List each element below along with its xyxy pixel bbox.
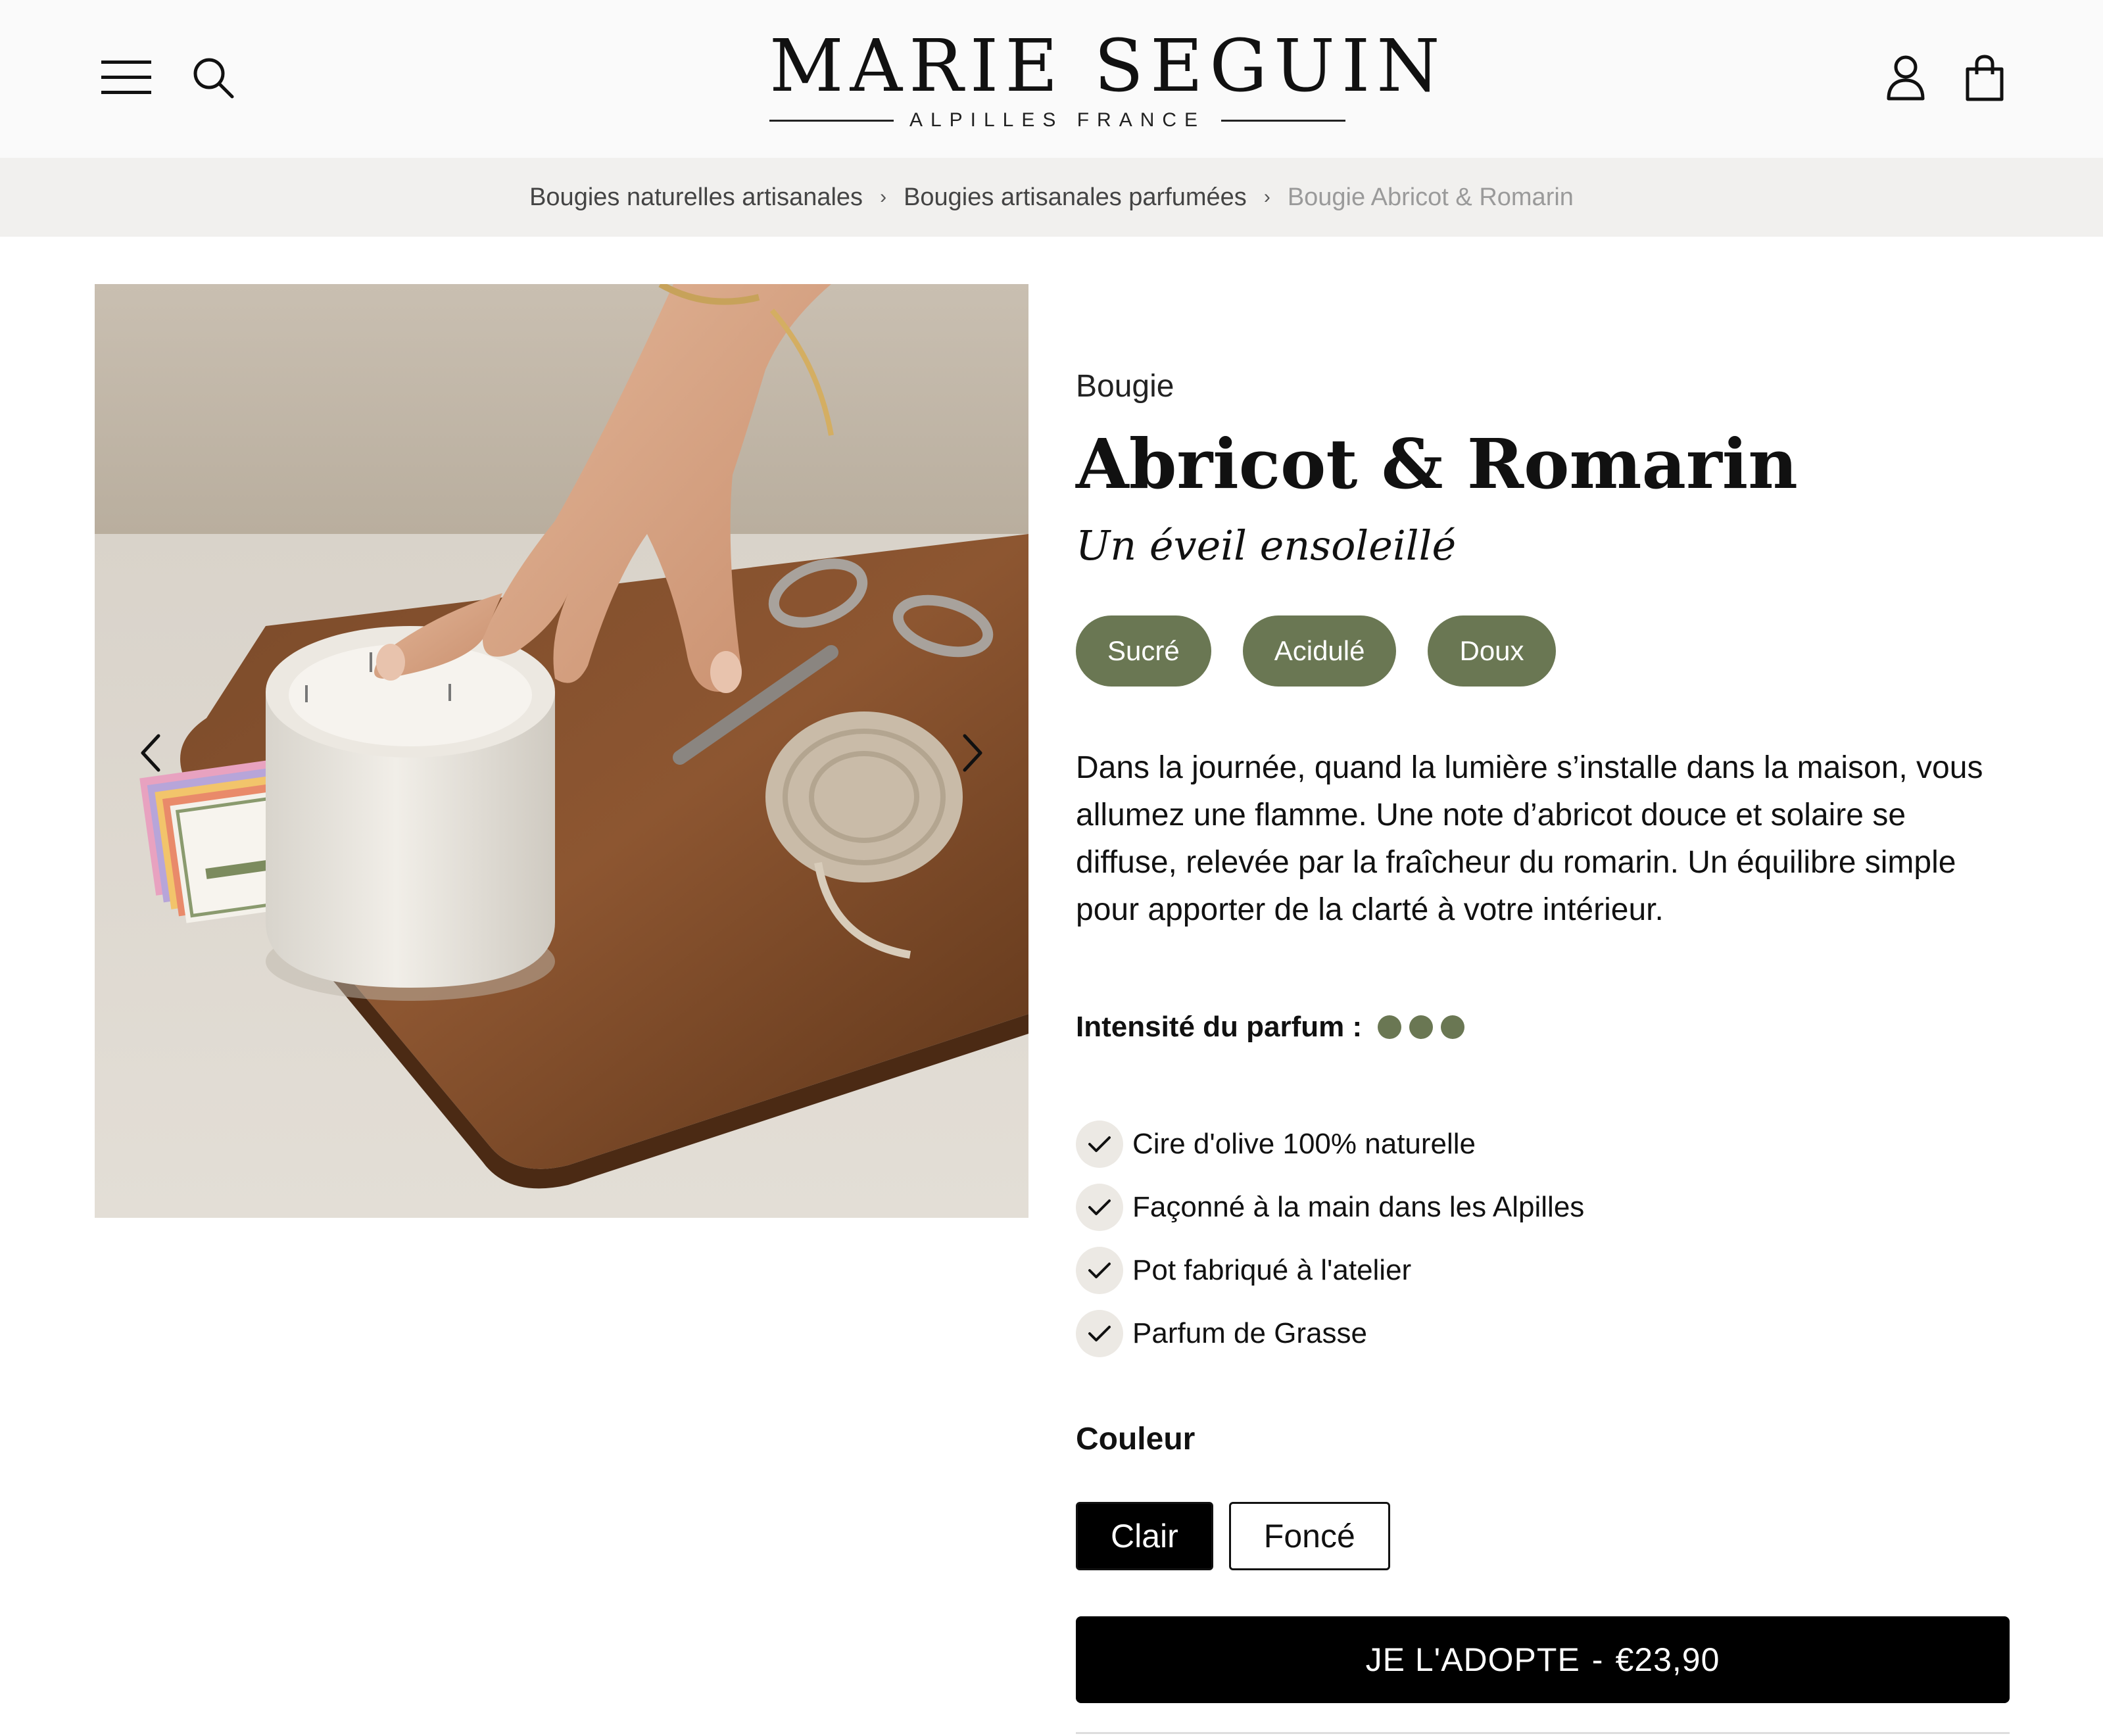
breadcrumb-item-scented-candles[interactable]: Bougies artisanales parfumées <box>904 183 1247 212</box>
breadcrumb-separator: › <box>880 186 887 208</box>
search-icon <box>193 58 234 99</box>
list-item: Façonné à la main dans les Alpilles <box>1076 1176 2010 1239</box>
logo-divider-right <box>1221 119 1346 122</box>
shopping-bag-icon <box>1966 55 2004 101</box>
color-label: Couleur <box>1076 1422 1196 1457</box>
brand-subtitle: ALPILLES FRANCE <box>909 109 1206 131</box>
gallery-next-button[interactable] <box>950 723 996 783</box>
product-tagline: Un éveil ensoleillé <box>1076 521 1457 569</box>
scent-tag: Doux <box>1428 615 1556 687</box>
list-item: Pot fabriqué à l'atelier <box>1076 1239 2010 1302</box>
feature-label: Pot fabriqué à l'atelier <box>1132 1254 1412 1286</box>
breadcrumb: Bougies naturelles artisanales › Bougies… <box>0 158 2103 237</box>
chevron-left-icon <box>141 734 160 772</box>
feature-label: Façonné à la main dans les Alpilles <box>1132 1191 1585 1223</box>
feature-label: Parfum de Grasse <box>1132 1317 1368 1349</box>
scent-tags: Sucré Acidulé Doux <box>1076 615 2010 687</box>
intensity-dot <box>1409 1015 1434 1039</box>
intensity-dots <box>1378 1015 1465 1039</box>
check-icon <box>1076 1310 1123 1357</box>
product-image[interactable] <box>95 284 1028 1218</box>
product-photo <box>95 284 1028 1218</box>
cta-price: €23,90 <box>1615 1641 1720 1678</box>
feature-list: Cire d'olive 100% naturelle Façonné à la… <box>1076 1113 2010 1365</box>
brand-subtitle-row: ALPILLES FRANCE <box>769 109 1346 132</box>
logo-divider-left <box>769 119 894 122</box>
product-category: Bougie <box>1076 369 1174 404</box>
scent-intensity: Intensité du parfum : <box>1076 1007 2010 1047</box>
list-item: Cire d'olive 100% naturelle <box>1076 1113 2010 1176</box>
list-item: Parfum de Grasse <box>1076 1302 2010 1365</box>
account-button[interactable] <box>1881 49 1931 107</box>
intensity-label: Intensité du parfum : <box>1076 1011 1363 1043</box>
scent-tag: Acidulé <box>1242 615 1397 687</box>
breadcrumb-current: Bougie Abricot & Romarin <box>1287 183 1574 211</box>
hamburger-menu-icon <box>101 60 151 94</box>
intensity-dot <box>1378 1015 1402 1039</box>
breadcrumb-item-natural-candles[interactable]: Bougies naturelles artisanales <box>529 183 863 212</box>
gallery-prev-button[interactable] <box>128 723 174 783</box>
user-icon <box>1887 55 1925 101</box>
add-to-cart-button[interactable]: JE L'ADOPTE - €23,90 <box>1076 1616 2010 1703</box>
cta-separator: - <box>1591 1641 1604 1678</box>
product-description: Dans la journée, quand la lumière s’inst… <box>1076 750 1983 927</box>
check-icon <box>1076 1121 1123 1168</box>
search-button[interactable] <box>187 50 239 105</box>
color-option-clair[interactable]: Clair <box>1076 1502 1213 1570</box>
feature-label: Cire d'olive 100% naturelle <box>1132 1128 1476 1160</box>
site-header: MARIE SEGUIN ALPILLES FRANCE <box>0 0 2103 158</box>
breadcrumb-separator: › <box>1263 186 1270 208</box>
intensity-dot <box>1441 1015 1465 1039</box>
chevron-right-icon <box>963 734 982 772</box>
cart-button[interactable] <box>1958 49 2011 108</box>
section-divider <box>1076 1732 2010 1734</box>
brand-name: MARIE SEGUIN <box>769 24 1447 108</box>
check-icon <box>1076 1247 1123 1294</box>
brand-logo[interactable]: MARIE SEGUIN ALPILLES FRANCE <box>769 24 1447 132</box>
scent-tag: Sucré <box>1076 615 1211 687</box>
product-title: Abricot & Romarin <box>1076 423 1798 504</box>
cta-label: JE L'ADOPTE <box>1365 1641 1580 1678</box>
menu-button[interactable] <box>99 53 154 103</box>
color-option-fonce[interactable]: Foncé <box>1228 1502 1390 1570</box>
product-info: Bougie Abricot & Romarin Un éveil ensole… <box>1076 355 2010 1703</box>
color-options: Clair Foncé <box>1076 1502 2010 1570</box>
check-icon <box>1076 1184 1123 1231</box>
